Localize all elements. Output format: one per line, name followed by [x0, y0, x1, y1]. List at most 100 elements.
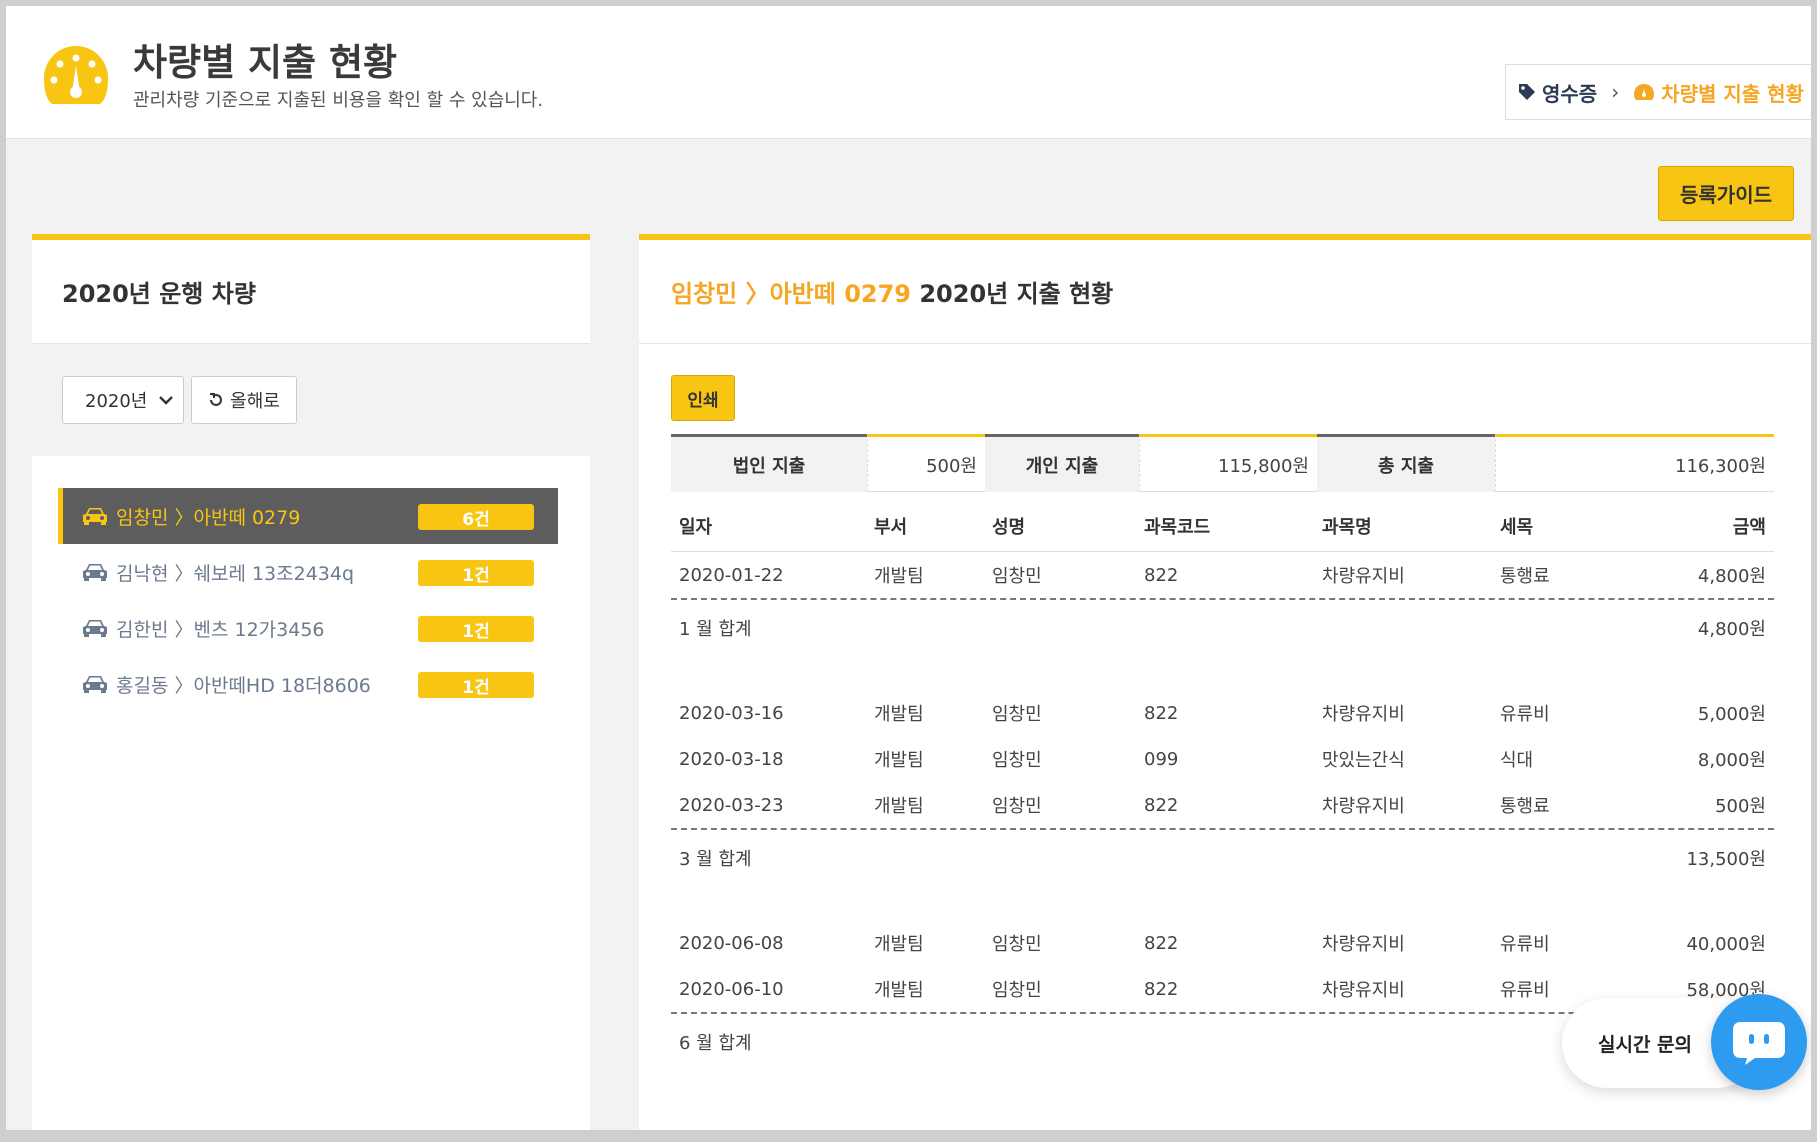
table-header: 일자 부서 성명 과목코드 과목명 세목 금액: [671, 500, 1774, 552]
this-year-label: 올해로: [230, 391, 280, 412]
vehicle-item[interactable]: 김낙현 〉쉐보레 13조2434q 1건: [58, 544, 558, 600]
cell-dept: 개발팀: [874, 566, 924, 587]
cell-amount: 40,000원: [1686, 934, 1766, 955]
panel-title-rest: 2020년 지출 현황: [911, 280, 1114, 308]
chat-bubble-icon: [1733, 1022, 1785, 1065]
car-icon: [83, 676, 107, 693]
cell-dept: 개발팀: [874, 750, 924, 771]
vehicle-item[interactable]: 김한빈 〉벤츠 12가3456 1건: [58, 600, 558, 656]
breadcrumb-label: 차량별 지출 현황: [1661, 81, 1804, 106]
speedometer-icon: [1634, 84, 1655, 100]
vehicle-item[interactable]: 홍길동 〉아반떼HD 18더8606 1건: [58, 656, 558, 712]
subtotal-label: 6 월 합계: [679, 1033, 752, 1054]
cell-item: 유류비: [1500, 934, 1550, 955]
total-expense-label: 총 지출: [1317, 434, 1495, 492]
cell-name: 임창민: [992, 980, 1042, 1001]
column-header: 과목명: [1322, 516, 1372, 538]
table-row: 2020-06-08 개발팀 임창민 822 차량유지비 유류비 40,000원: [671, 920, 1774, 966]
corp-expense-label: 법인 지출: [671, 434, 867, 492]
subtotal-label: 3 월 합계: [679, 849, 752, 870]
car-icon: [83, 508, 107, 525]
cell-dept: 개발팀: [874, 796, 924, 817]
column-header: 금액: [1732, 516, 1766, 538]
cell-account: 차량유지비: [1322, 796, 1405, 817]
car-icon: [83, 620, 107, 637]
cell-dept: 개발팀: [874, 704, 924, 725]
column-header: 성명: [992, 516, 1026, 538]
cell-amount: 4,800원: [1697, 566, 1766, 587]
breadcrumb-item-receipt[interactable]: 영수증: [1518, 78, 1597, 107]
cell-item: 유류비: [1500, 704, 1550, 725]
breadcrumb-item-current: 차량별 지출 현황: [1633, 78, 1804, 107]
cell-name: 임창민: [992, 566, 1042, 587]
personal-expense-value: 115,800원: [1139, 434, 1317, 492]
cell-account: 차량유지비: [1322, 934, 1405, 955]
vehicle-item[interactable]: 임창민 〉아반떼 0279 6건: [58, 488, 558, 544]
page-subtitle: 관리차량 기준으로 지출된 비용을 확인 할 수 있습니다.: [133, 90, 544, 111]
chevron-down-icon: [159, 396, 173, 405]
count-badge: 6건: [418, 504, 534, 530]
expense-detail-panel: 임창민 〉아반떼 0279 2020년 지출 현황 인쇄 법인 지출 500원 …: [639, 234, 1811, 1130]
personal-expense-label: 개인 지출: [985, 434, 1139, 492]
cell-name: 임창민: [992, 934, 1042, 955]
year-select[interactable]: 2020년: [62, 376, 184, 424]
cell-name: 임창민: [992, 750, 1042, 771]
cell-account: 맛있는간식: [1322, 750, 1405, 771]
cell-date: 2020-03-23: [679, 794, 784, 816]
live-chat-text: 실시간 문의: [1598, 1033, 1693, 1056]
cell-code: 822: [1144, 932, 1179, 954]
registration-guide-button[interactable]: 등록가이드: [1658, 166, 1794, 221]
breadcrumb: 영수증 › 차량별 지출 현황: [1505, 64, 1811, 120]
cell-amount: 8,000원: [1697, 750, 1766, 771]
vehicle-label: 홍길동 〉아반떼HD 18더8606: [116, 674, 371, 697]
column-header: 일자: [679, 516, 713, 538]
vehicle-label: 임창민 〉아반떼 0279: [116, 506, 301, 529]
column-header: 부서: [874, 516, 908, 538]
cell-item: 식대: [1500, 750, 1534, 771]
subtotal-value: 13,500원: [1686, 849, 1766, 870]
selected-vehicle-title: 임창민 〉아반떼 0279: [671, 280, 911, 308]
live-chat-button[interactable]: [1711, 994, 1807, 1090]
cell-amount: 500원: [1715, 796, 1766, 817]
vehicle-list: 임창민 〉아반떼 0279 6건 김낙현 〉쉐보레 13조2434q 1건 김한…: [32, 456, 590, 712]
vehicle-label: 김낙현 〉쉐보레 13조2434q: [116, 562, 355, 585]
speedometer-icon: [44, 46, 108, 104]
subtotal-value: 4,800원: [1697, 619, 1766, 640]
cell-name: 임창민: [992, 796, 1042, 817]
cell-code: 822: [1144, 978, 1179, 1000]
column-header: 세목: [1500, 516, 1534, 538]
count-badge: 1건: [418, 672, 534, 698]
chevron-right-icon: ›: [1611, 80, 1620, 104]
cell-name: 임창민: [992, 704, 1042, 725]
subtotal-label: 1 월 합계: [679, 619, 752, 640]
cell-date: 2020-03-16: [679, 702, 784, 724]
cell-account: 차량유지비: [1322, 566, 1405, 587]
cell-dept: 개발팀: [874, 934, 924, 955]
print-button[interactable]: 인쇄: [671, 375, 735, 421]
cell-account: 차량유지비: [1322, 704, 1405, 725]
vehicle-list-panel: 2020년 운행 차량 2020년 올해로 임창민 〉아반떼 0279 6건 김…: [32, 234, 590, 1130]
cell-date: 2020-06-08: [679, 932, 784, 954]
refresh-icon: [210, 393, 223, 406]
cell-code: 822: [1144, 564, 1179, 586]
count-badge: 1건: [418, 616, 534, 642]
breadcrumb-label: 영수증: [1542, 81, 1598, 106]
total-expense-value: 116,300원: [1495, 434, 1774, 492]
subtotal-row: 3 월 합계 13,500원: [671, 828, 1774, 886]
subtotal-row: 1 월 합계 4,800원: [671, 598, 1774, 656]
page-title: 차량별 지출 현황: [133, 41, 398, 84]
cell-account: 차량유지비: [1322, 980, 1405, 1001]
cell-code: 822: [1144, 702, 1179, 724]
table-row: 2020-03-23 개발팀 임창민 822 차량유지비 통행료 500원: [671, 782, 1774, 828]
cell-dept: 개발팀: [874, 980, 924, 1001]
table-row: 2020-03-18 개발팀 임창민 099 맛있는간식 식대 8,000원: [671, 736, 1774, 782]
cell-code: 099: [1144, 748, 1179, 770]
vehicle-label: 김한빈 〉벤츠 12가3456: [116, 618, 325, 641]
panel-title: 임창민 〉아반떼 0279 2020년 지출 현황: [639, 240, 1811, 344]
table-row: 2020-03-16 개발팀 임창민 822 차량유지비 유류비 5,000원: [671, 690, 1774, 736]
this-year-button[interactable]: 올해로: [191, 376, 297, 424]
tag-icon: [1519, 84, 1535, 100]
panel-title: 2020년 운행 차량: [32, 240, 590, 344]
cell-item: 통행료: [1500, 796, 1550, 817]
year-select-value: 2020년: [85, 391, 148, 412]
